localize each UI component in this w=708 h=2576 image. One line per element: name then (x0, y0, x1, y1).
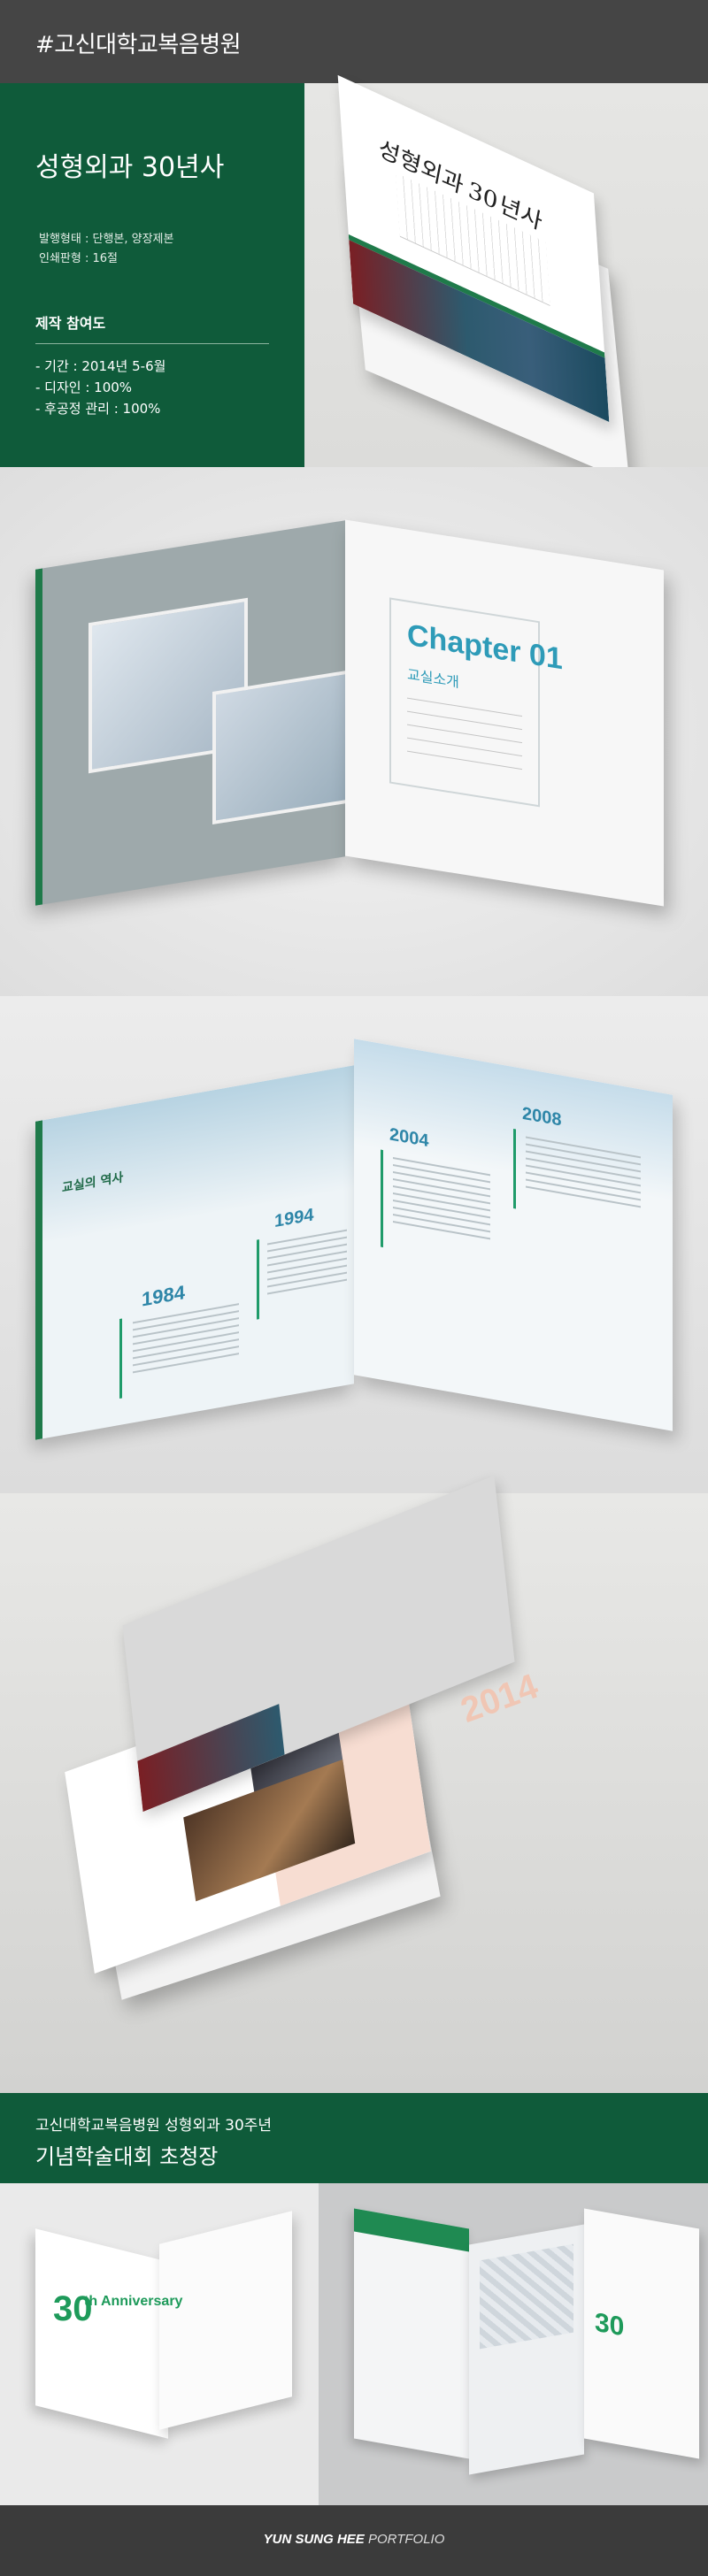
divider (35, 343, 269, 344)
open-book-spread: Chapter 01 교실소개 (35, 510, 673, 925)
brochure-open-mockup: 30 (319, 2183, 708, 2505)
location-map (480, 2243, 573, 2350)
spec-binding: 발행형태 : 단행본, 양장제본 (39, 233, 174, 246)
brochure-panel-map (469, 2224, 584, 2475)
participation-period: - 기간 : 2014년 5-6월 (35, 358, 166, 374)
timeline-text (133, 1303, 239, 1378)
participation-list: - 기간 : 2014년 5-6월 - 디자인 : 100% - 후공정 관리 … (35, 356, 165, 419)
staff-photo (212, 669, 345, 825)
year-1994: 1994 (274, 1205, 314, 1232)
anniversary-text: th Anniversary (84, 2294, 183, 2309)
green-edge (35, 568, 42, 906)
green-edge (35, 1120, 42, 1440)
chapter-spread-section: Chapter 01 교실소개 (0, 467, 708, 996)
project-spec-list: 발행형태 : 단행본, 양장제본 인쇄판형 : 16절 (39, 230, 173, 269)
spread-left-page (35, 520, 345, 906)
timeline-bar (119, 1318, 122, 1399)
footer-suffix: PORTFOLIO (367, 2532, 445, 2547)
timeline-text (393, 1157, 490, 1245)
brochure-panel-program (354, 2208, 469, 2459)
header-title: #고신대학교복음병원 (35, 32, 242, 58)
brochure-panel-left (35, 2228, 168, 2439)
brochure-closed-mockup: 30 th Anniversary (0, 2183, 319, 2505)
timeline-right-page: 2004 2008 (354, 1039, 673, 1431)
brochure-panel-cover: 30 (584, 2208, 699, 2459)
book-cover-mockup: 성형외과 30년사 (327, 74, 681, 483)
anniversary-number: 30 (595, 2307, 625, 2342)
open-book-section: 2014 (0, 1475, 708, 2093)
invitation-brochure-section: 30 th Anniversary 30 (0, 2183, 708, 2505)
project-info-panel: 성형외과 30년사 발행형태 : 단행본, 양장제본 인쇄판형 : 16절 제작… (0, 83, 304, 467)
project-title: 성형외과 30년사 (35, 152, 225, 183)
spread-right-page: Chapter 01 교실소개 (345, 519, 664, 907)
participation-heading: 제작 참여도 (35, 315, 106, 332)
timeline-left-page: 교실의 역사 1984 1994 (35, 1065, 354, 1440)
project-overview-section: 성형외과 30년사 발행형태 : 단행본, 양장제본 인쇄판형 : 16절 제작… (0, 74, 708, 483)
brochure-panel-front (159, 2211, 292, 2430)
footer-bar: YUN SUNG HEE PORTFOLIO (0, 2505, 708, 2576)
spec-size: 인쇄판형 : 16절 (39, 252, 118, 265)
footer-credit: YUN SUNG HEE PORTFOLIO (0, 2532, 708, 2547)
timeline-spread: 교실의 역사 1984 1994 2004 2008 (35, 1039, 681, 1447)
portfolio-page: #고신대학교복음병원 성형외과 30년사 발행형태 : 단행본, 양장제본 인쇄… (0, 0, 708, 2576)
invitation-line2: 기념학술대회 초청장 (35, 2144, 219, 2169)
invitation-header-band: 고신대학교복음병원 성형외과 30주년 기념학술대회 초청장 (0, 2093, 708, 2183)
invitation-line1: 고신대학교복음병원 성형외과 30주년 (35, 2117, 273, 2135)
timeline-bar (381, 1149, 383, 1248)
timeline-text (267, 1229, 347, 1300)
year-1984: 1984 (142, 1280, 185, 1311)
participation-design: - 디자인 : 100% (35, 380, 133, 395)
author-name: YUN SUNG HEE (263, 2532, 365, 2547)
timeline-bar (513, 1129, 516, 1209)
panel-header (354, 2208, 469, 2252)
header-bar: #고신대학교복음병원 (0, 0, 708, 83)
timeline-bar (257, 1239, 259, 1320)
timeline-spread-section: 교실의 역사 1984 1994 2004 2008 (0, 996, 708, 1493)
participation-postprocess: - 후공정 관리 : 100% (35, 401, 161, 417)
